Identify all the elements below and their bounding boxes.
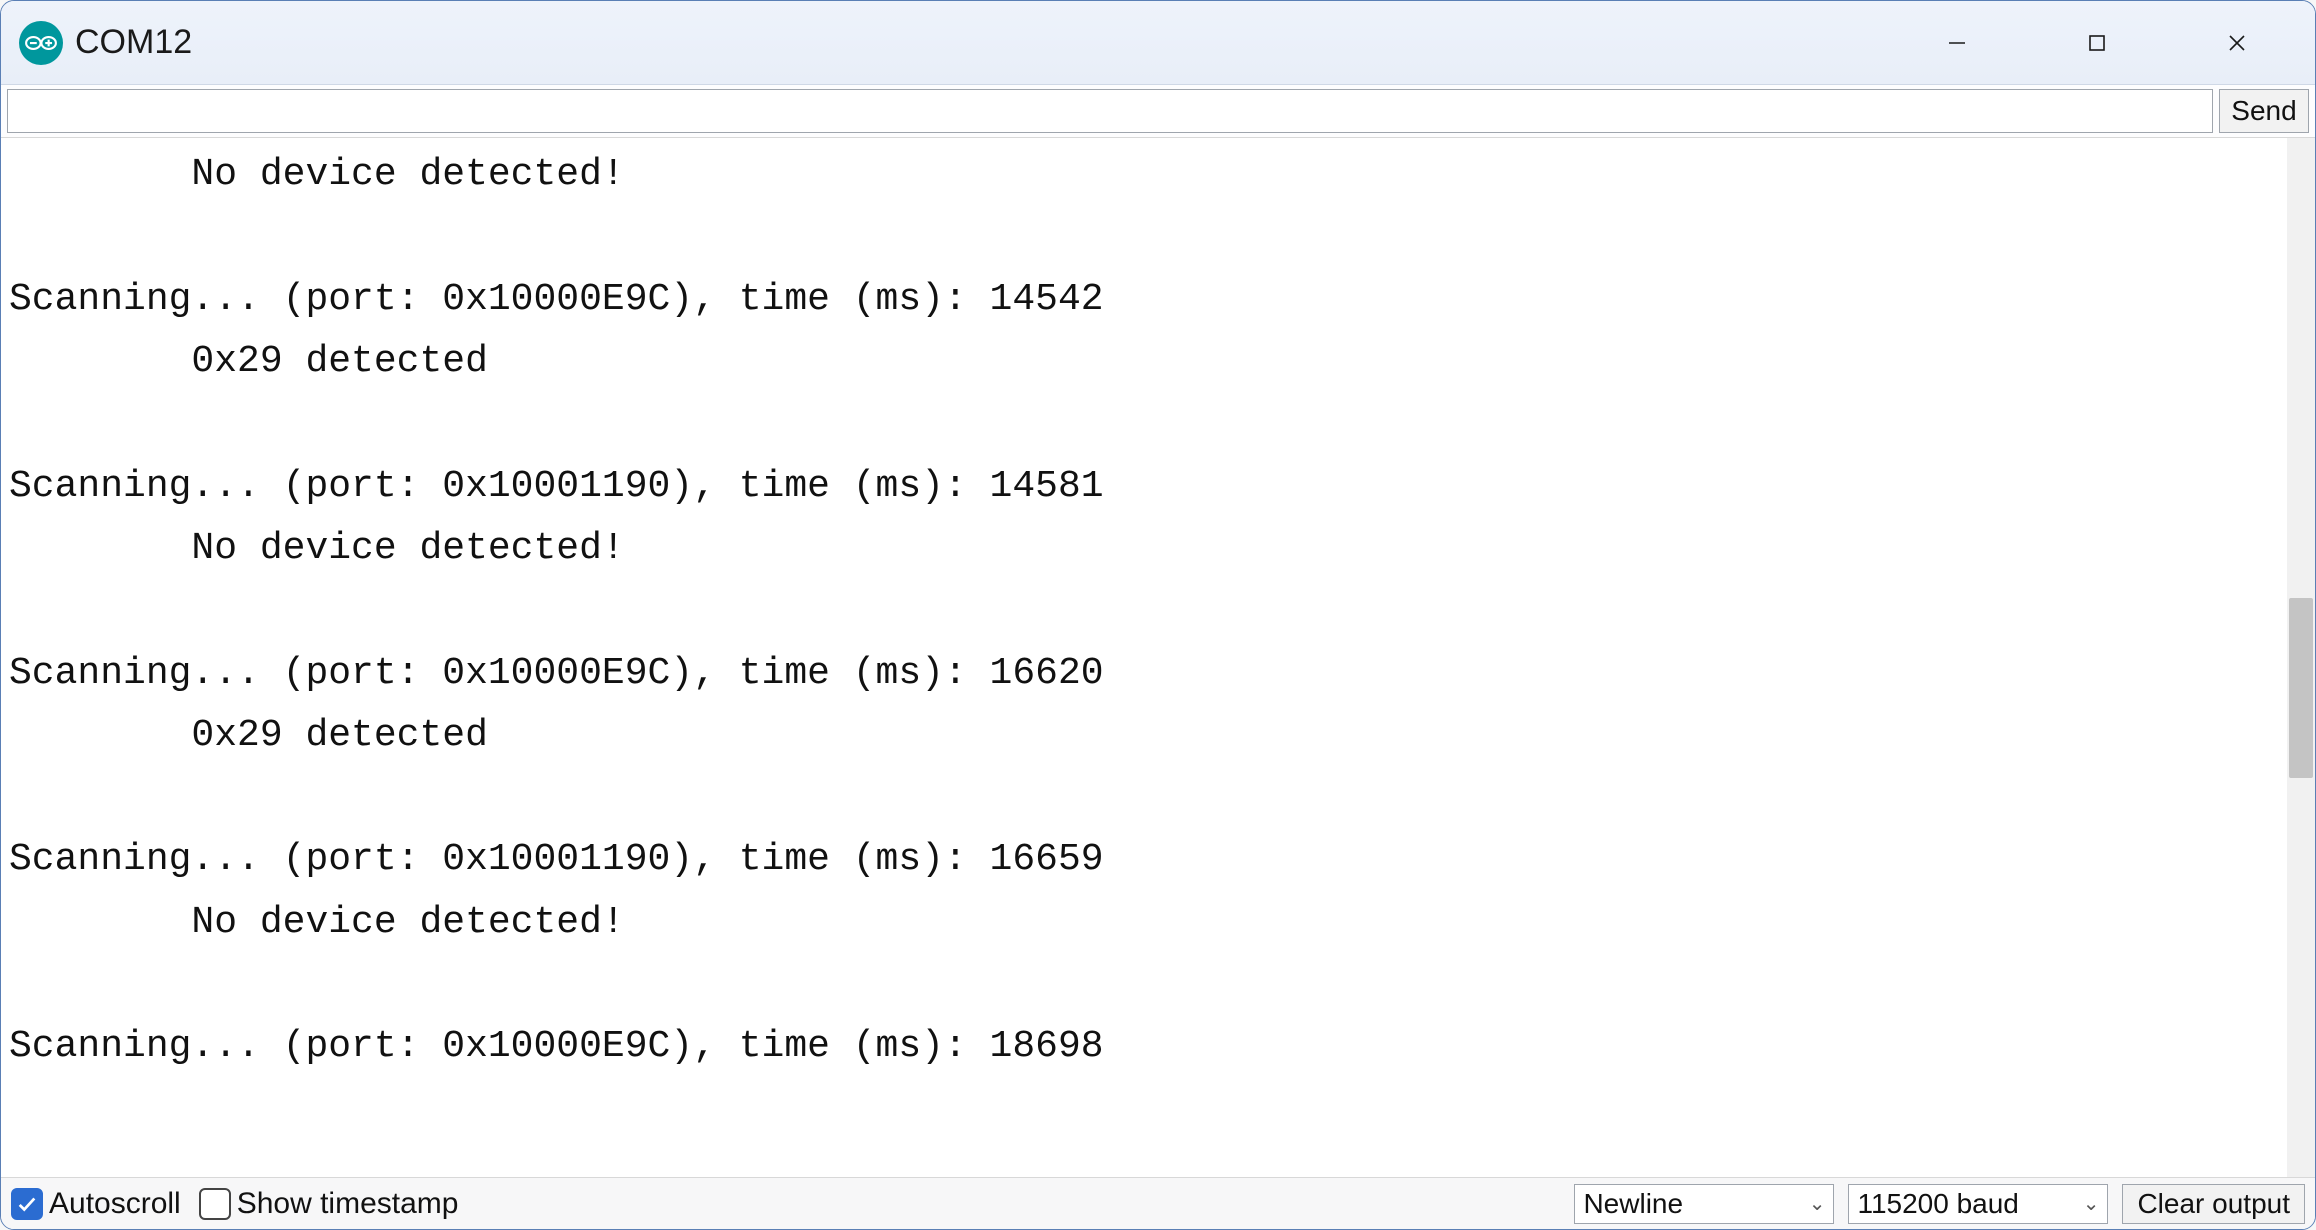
- chevron-down-icon: ⌄: [2083, 1191, 2100, 1216]
- baud-rate-value: 115200 baud: [1857, 1188, 2018, 1220]
- send-row: Send: [1, 85, 2315, 138]
- clear-output-label: Clear output: [2137, 1188, 2290, 1220]
- titlebar[interactable]: COM12: [1, 1, 2315, 85]
- clear-output-button[interactable]: Clear output: [2122, 1184, 2305, 1224]
- autoscroll-label: Autoscroll: [49, 1187, 181, 1221]
- serial-output[interactable]: No device detected! Scanning... (port: 0…: [1, 138, 2287, 1177]
- serial-monitor-window: COM12 Send No device detected! Scanning.…: [0, 0, 2316, 1230]
- show-timestamp-checkbox[interactable]: Show timestamp: [199, 1187, 459, 1221]
- line-ending-value: Newline: [1583, 1188, 1683, 1220]
- serial-text: No device detected! Scanning... (port: 0…: [9, 144, 2279, 1079]
- scrollbar[interactable]: [2287, 138, 2315, 1177]
- close-button[interactable]: [2167, 1, 2307, 84]
- scrollbar-thumb[interactable]: [2289, 598, 2313, 778]
- console-area: No device detected! Scanning... (port: 0…: [1, 138, 2315, 1177]
- show-timestamp-label: Show timestamp: [237, 1187, 459, 1221]
- line-ending-select[interactable]: Newline ⌄: [1574, 1184, 1834, 1224]
- arduino-icon: [19, 21, 63, 65]
- chevron-down-icon: ⌄: [1809, 1191, 1826, 1216]
- baud-rate-select[interactable]: 115200 baud ⌄: [1848, 1184, 2108, 1224]
- window-controls: [1887, 1, 2307, 84]
- serial-input[interactable]: [7, 89, 2213, 133]
- minimize-button[interactable]: [1887, 1, 2027, 84]
- maximize-button[interactable]: [2027, 1, 2167, 84]
- autoscroll-checkbox[interactable]: Autoscroll: [11, 1187, 181, 1221]
- window-title: COM12: [75, 23, 1887, 62]
- statusbar: Autoscroll Show timestamp Newline ⌄ 1152…: [1, 1177, 2315, 1229]
- send-button[interactable]: Send: [2219, 89, 2309, 133]
